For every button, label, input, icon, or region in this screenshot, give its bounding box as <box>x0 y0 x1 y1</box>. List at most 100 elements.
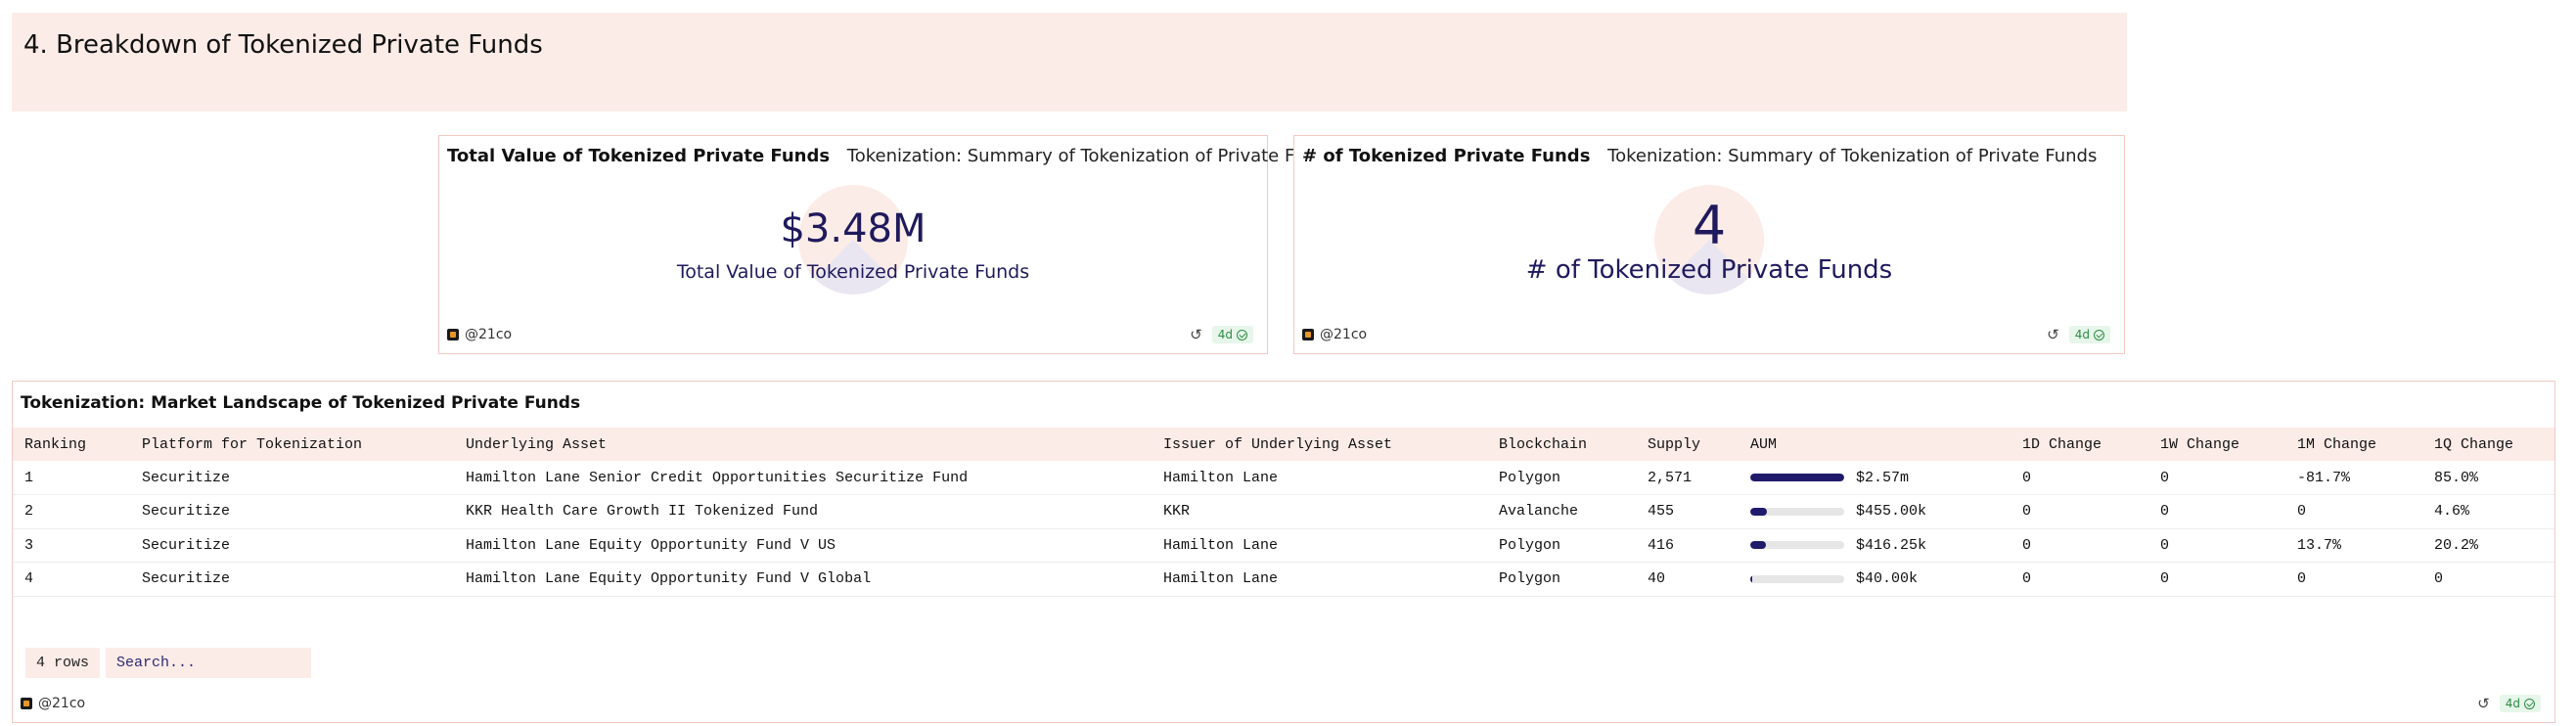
cell-d1: 0 <box>2011 461 2148 495</box>
aum-bar-fill <box>1750 541 1766 550</box>
card-title-query[interactable]: Tokenization: Summary of Tokenization of… <box>847 146 1336 166</box>
author-link[interactable]: @21co <box>447 327 512 342</box>
table-body: 1 Securitize Hamilton Lane Senior Credit O… <box>13 461 2554 597</box>
row-count: 4 rows <box>25 648 101 678</box>
cell-supply: 455 <box>1636 494 1739 529</box>
refresh-icon[interactable]: ↺ <box>2477 697 2490 711</box>
author-avatar-icon <box>447 329 459 340</box>
cell-supply: 2,571 <box>1636 461 1739 495</box>
aum-cell: $455.00k <box>1750 503 1999 520</box>
column-header-aum[interactable]: AUM <box>1739 428 2011 461</box>
author-link[interactable]: @21co <box>21 696 85 711</box>
table-row: 1 Securitize Hamilton Lane Senior Credit O… <box>13 461 2554 495</box>
cell-supply: 416 <box>1636 528 1739 563</box>
author-link[interactable]: @21co <box>1302 327 1367 342</box>
cell-aum: $2.57m <box>1739 461 2011 495</box>
column-header-platform[interactable]: Platform for Tokenization <box>130 428 454 461</box>
cell-w1: 0 <box>2148 562 2285 597</box>
card-title-main[interactable]: # of Tokenized Private Funds <box>1302 146 1590 166</box>
column-header-1m-change[interactable]: 1M Change <box>2285 428 2422 461</box>
freshness-badge: 4d <box>2068 326 2110 343</box>
aum-value: $416.25k <box>1856 536 1927 554</box>
footer-actions: ↺ 4d <box>2047 326 2110 343</box>
cell-ranking: 2 <box>13 494 130 529</box>
cell-issuer: Hamilton Lane <box>1152 461 1487 495</box>
author-handle: @21co <box>465 327 513 342</box>
age-text: 4d <box>1217 328 1233 341</box>
aum-bar-fill <box>1750 474 1844 481</box>
aum-bar-track <box>1750 541 1844 550</box>
refresh-icon[interactable]: ↺ <box>1190 328 1202 342</box>
aum-value: $40.00k <box>1856 570 1919 588</box>
column-header-blockchain[interactable]: Blockchain <box>1487 428 1636 461</box>
cell-d1: 0 <box>2011 528 2148 563</box>
aum-bar-fill <box>1750 507 1767 516</box>
card-title: Total Value of Tokenized Private Funds T… <box>447 146 1336 166</box>
cell-aum: $455.00k <box>1739 494 2011 529</box>
aum-cell: $416.25k <box>1750 537 1999 554</box>
column-header-issuer[interactable]: Issuer of Underlying Asset <box>1152 428 1487 461</box>
table-footer: @21co ↺ 4d <box>21 695 2541 712</box>
cell-supply: 40 <box>1636 562 1739 597</box>
section-header: 4. Breakdown of Tokenized Private Funds <box>12 13 2127 112</box>
cell-ranking: 4 <box>13 562 130 597</box>
cell-w1: 0 <box>2148 494 2285 529</box>
card-title-query[interactable]: Tokenization: Summary of Tokenization of… <box>1607 146 2097 166</box>
cell-platform: Securitize <box>130 562 454 597</box>
table-controls: 4 rows <box>25 648 312 678</box>
cell-chain: Avalanche <box>1487 494 1636 529</box>
column-header-supply[interactable]: Supply <box>1636 428 1739 461</box>
card-footer: @21co ↺ 4d <box>1302 326 2110 343</box>
column-header-ranking[interactable]: Ranking <box>13 428 130 461</box>
counter-value: $3.48M <box>780 206 926 251</box>
cell-m1: 0 <box>2285 494 2422 529</box>
aum-bar-track <box>1750 474 1844 481</box>
author-handle: @21co <box>1320 327 1368 342</box>
column-header-asset[interactable]: Underlying Asset <box>454 428 1152 461</box>
author-avatar-icon <box>21 698 32 709</box>
cell-platform: Securitize <box>130 528 454 563</box>
cell-q1: 4.6% <box>2422 494 2554 529</box>
cell-asset: Hamilton Lane Equity Opportunity Fund V … <box>454 562 1152 597</box>
total-value-card: Total Value of Tokenized Private Funds T… <box>438 135 1336 354</box>
cell-w1: 0 <box>2148 528 2285 563</box>
cell-m1: 13.7% <box>2285 528 2422 563</box>
cell-platform: Securitize <box>130 461 454 495</box>
fund-count-card: # of Tokenized Private Funds Tokenizatio… <box>1293 135 2125 354</box>
refresh-icon[interactable]: ↺ <box>2047 328 2059 342</box>
cell-chain: Polygon <box>1487 461 1636 495</box>
cell-chain: Polygon <box>1487 528 1636 563</box>
aum-value: $455.00k <box>1856 503 1927 521</box>
footer-actions: ↺ 4d <box>1190 326 1253 343</box>
table-row: 2 Securitize KKR Health Care Growth II Tok… <box>13 494 2554 529</box>
freshness-badge: 4d <box>1211 326 1253 343</box>
cell-ranking: 3 <box>13 528 130 563</box>
freshness-badge: 4d <box>2499 695 2541 712</box>
cell-aum: $40.00k <box>1739 562 2011 597</box>
cell-d1: 0 <box>2011 562 2148 597</box>
author-handle: @21co <box>38 696 86 711</box>
table-row: 4 Securitize Hamilton Lane Equity Opportun… <box>13 562 2554 597</box>
age-text: 4d <box>2505 697 2520 710</box>
check-circle-icon <box>2524 698 2535 709</box>
table-search-input[interactable] <box>106 648 312 678</box>
cell-asset: Hamilton Lane Equity Opportunity Fund V … <box>454 528 1152 563</box>
check-circle-icon <box>1237 329 1247 340</box>
column-header-1q-change[interactable]: 1Q Change <box>2422 428 2554 461</box>
footer-actions: ↺ 4d <box>2477 695 2541 712</box>
age-text: 4d <box>2074 328 2090 341</box>
table-title[interactable]: Tokenization: Market Landscape of Tokeni… <box>21 393 580 413</box>
cell-q1: 20.2% <box>2422 528 2554 563</box>
table-header-row: Ranking Platform for Tokenization Underl… <box>13 428 2554 461</box>
card-title-main[interactable]: Total Value of Tokenized Private Funds <box>447 146 830 166</box>
aum-bar-track <box>1750 507 1844 516</box>
column-header-1w-change[interactable]: 1W Change <box>2148 428 2285 461</box>
aum-bar-fill <box>1750 574 1752 583</box>
card-footer: @21co ↺ 4d <box>447 326 1253 343</box>
market-landscape-table-card: Tokenization: Market Landscape of Tokeni… <box>12 381 2555 723</box>
cell-issuer: KKR <box>1152 494 1487 529</box>
cell-asset: Hamilton Lane Senior Credit Opportunitie… <box>454 461 1152 495</box>
column-header-1d-change[interactable]: 1D Change <box>2011 428 2148 461</box>
cell-issuer: Hamilton Lane <box>1152 528 1487 563</box>
market-landscape-table: Ranking Platform for Tokenization Underl… <box>13 428 2554 597</box>
